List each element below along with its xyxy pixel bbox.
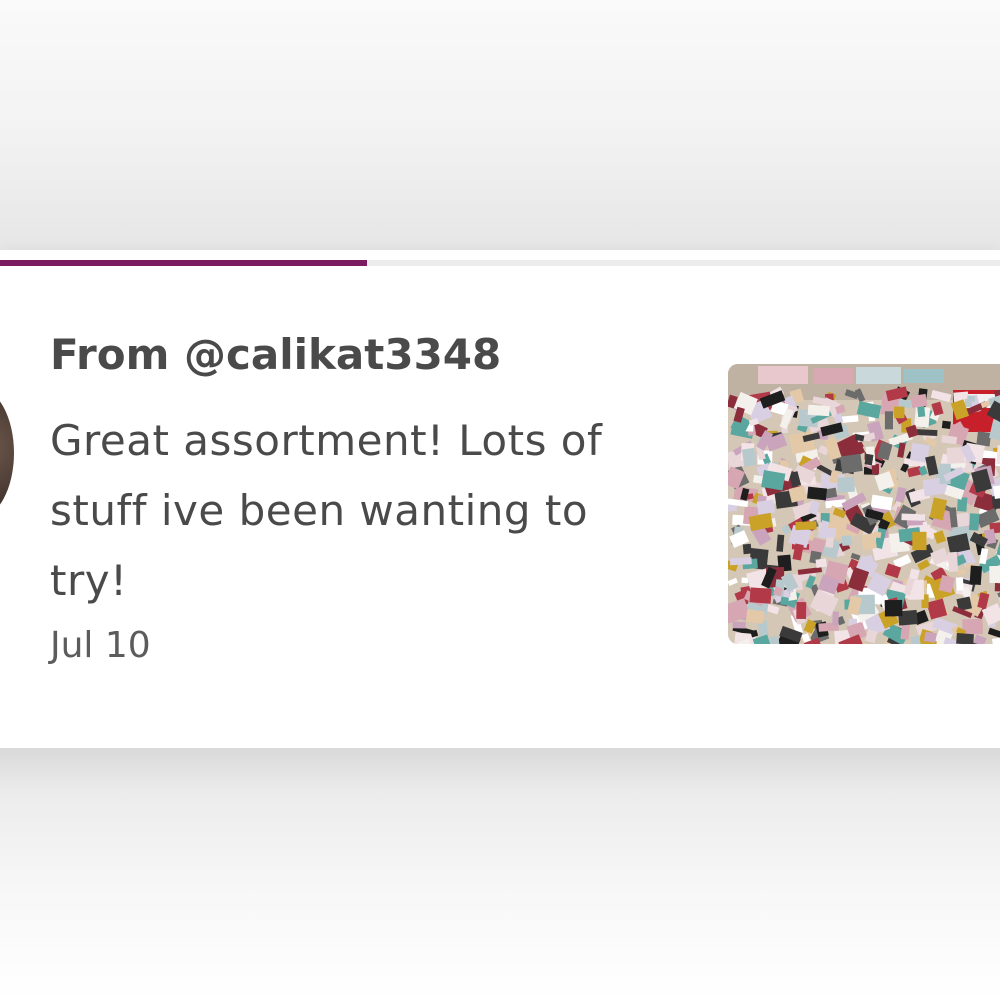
photo-sample-packet (807, 486, 828, 501)
photo-sample-packet (964, 398, 972, 408)
photo-sample-packet (956, 633, 974, 644)
photo-sample-packet (941, 420, 951, 429)
photo-sample-packet (741, 447, 757, 467)
photo-sample-packet (742, 543, 752, 555)
photo-sample-packet (832, 611, 839, 626)
review-date: Jul 10 (50, 625, 151, 666)
reviewer-avatar[interactable] (0, 388, 14, 518)
photo-sample-packet (955, 577, 964, 591)
photo-sample-packet (861, 533, 877, 551)
background-top (0, 0, 1000, 250)
photo-sample-packet (732, 621, 746, 629)
photo-sample-packet (900, 623, 911, 640)
photo-sample-packet (841, 535, 852, 546)
photo-sample-packet (815, 558, 828, 568)
photo-sample-packet (994, 583, 1000, 592)
photo-sample-packet (968, 513, 980, 531)
photo-sample-packet (976, 431, 992, 447)
photo-sample-packet (901, 513, 926, 521)
photo-sample-packet (871, 464, 880, 475)
photo-sample-packet (807, 404, 830, 417)
background-bottom (0, 748, 1000, 1000)
photo-sample-packet (820, 527, 837, 538)
review-photo[interactable] (728, 364, 1000, 644)
photo-sample-packet (884, 411, 893, 430)
photo-sample-packet (837, 476, 856, 493)
story-progress-track (0, 260, 1000, 266)
photo-sample-packet (912, 531, 927, 551)
photo-sample-packet (749, 587, 772, 604)
review-card: From @calikat3348 Great assortment! Lots… (0, 250, 1000, 748)
photo-sample-packet (795, 521, 817, 531)
photo-sample-packet (956, 496, 968, 512)
photo-sample-packet (729, 557, 752, 566)
photo-sample-packet (745, 609, 765, 624)
photo-sample-packet (756, 499, 776, 515)
photo-sample-packet (916, 429, 938, 437)
photo-sample-packet (884, 599, 903, 617)
photo-sample-packet (780, 596, 790, 606)
photo-sample-packet (894, 406, 905, 419)
photo-sample-packet (910, 393, 928, 409)
review-photo-image (728, 364, 1000, 644)
photo-sample-packet (839, 453, 863, 474)
photo-sample-packet (969, 565, 983, 585)
review-screen: From @calikat3348 Great assortment! Lots… (0, 0, 1000, 1000)
photo-sample-packet (989, 565, 1000, 584)
review-author[interactable]: From @calikat3348 (50, 330, 501, 379)
photo-sample-packet (924, 631, 937, 643)
photo-sample-packet (947, 551, 959, 572)
story-progress-fill (0, 260, 367, 266)
photo-sample-packet (796, 602, 807, 619)
review-text: Great assortment! Lots of stuff ive been… (50, 416, 603, 605)
